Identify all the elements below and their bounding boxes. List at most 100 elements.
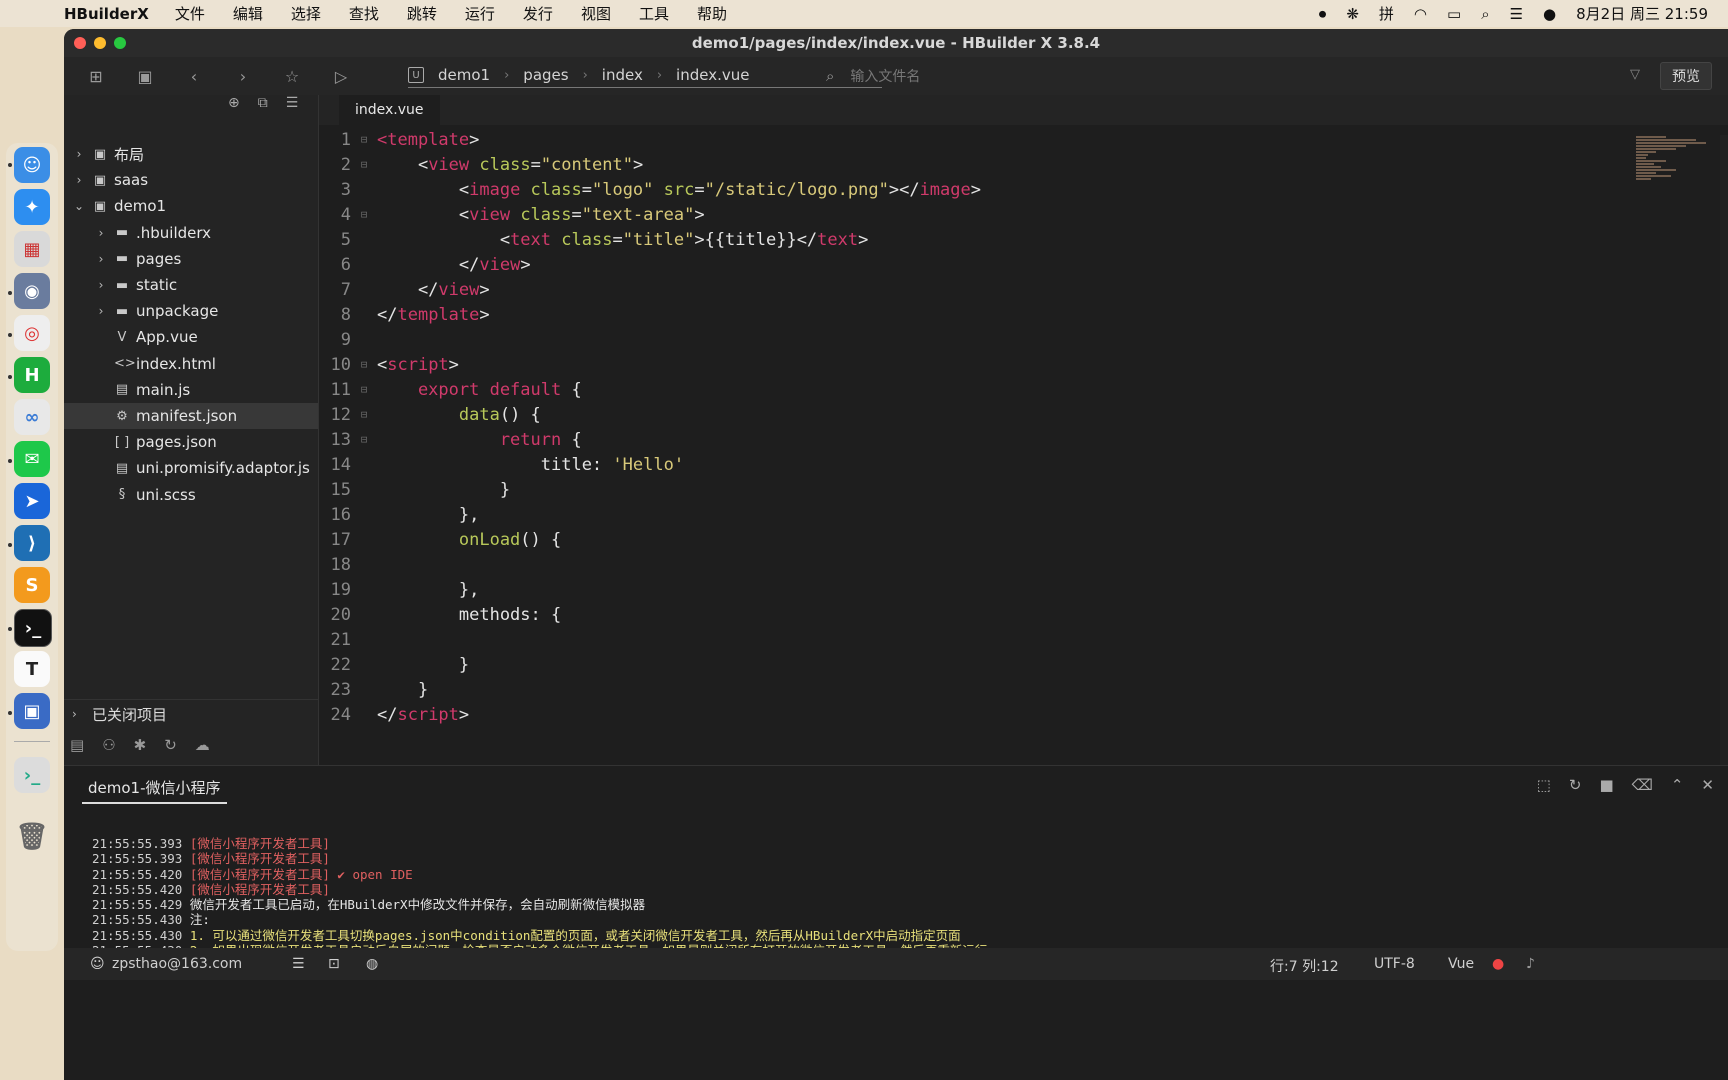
tree-item[interactable]: <> index.html <box>64 351 318 377</box>
bookmark-star-icon[interactable]: ☆ <box>275 62 309 90</box>
finder-icon[interactable]: ☺ <box>14 147 50 183</box>
terminal-toggle-icon[interactable]: ⊡ <box>328 956 340 972</box>
source-control-icon[interactable]: ↻ <box>164 736 177 754</box>
cursor-position[interactable]: 行:7 列:12 <box>1270 956 1339 976</box>
control-center-icon[interactable]: ☰ <box>1510 5 1523 23</box>
tab-index-vue[interactable]: index.vue <box>339 95 440 125</box>
minimize-window-button[interactable] <box>94 37 106 49</box>
app-name-menu[interactable]: HBuilderX <box>64 5 149 23</box>
plugin-icon[interactable]: ⚇ <box>102 736 115 754</box>
menu-tools[interactable]: 工具 <box>639 3 669 24</box>
save-icon[interactable]: ▣ <box>128 62 162 90</box>
sublime-icon[interactable]: S <box>14 567 50 603</box>
code-line[interactable]: 11 ⊟ export default { <box>319 377 1469 402</box>
safari-icon[interactable]: ✦ <box>14 189 50 225</box>
fold-toggle-icon[interactable]: ⊟ <box>357 133 371 146</box>
menu-view[interactable]: 视图 <box>581 3 611 24</box>
clock[interactable]: 8月2日 周三 21:59 <box>1576 3 1708 24</box>
baidu-netdisk-icon[interactable]: ∞ <box>14 399 50 435</box>
search-icon[interactable]: ⌕ <box>1481 5 1489 23</box>
file-search-box[interactable]: ⌕ 输入文件名 <box>826 63 1566 89</box>
user-avatar-icon[interactable]: ☺ <box>90 956 105 972</box>
trash-icon[interactable]: 🗑 <box>14 819 50 855</box>
open-devtools-icon[interactable]: ⬚ <box>1537 776 1551 794</box>
code-line[interactable]: 7 </view> <box>319 277 1469 302</box>
minimap[interactable] <box>1636 135 1716 315</box>
menu-file[interactable]: 文件 <box>175 3 205 24</box>
fold-toggle-icon[interactable]: ⊟ <box>357 383 371 396</box>
fold-toggle-icon[interactable]: ⊟ <box>357 433 371 446</box>
new-file-icon[interactable]: ⊞ <box>79 62 113 90</box>
code-line[interactable]: 22 } <box>319 652 1469 677</box>
stop-icon[interactable]: ■ <box>1599 776 1613 794</box>
wifi-icon[interactable]: ◠ <box>1414 5 1427 23</box>
file-encoding[interactable]: UTF-8 <box>1374 956 1415 972</box>
code-line[interactable]: 18 <box>319 552 1469 577</box>
user-account[interactable]: zpsthao@163.com <box>112 956 242 972</box>
siri-icon[interactable]: ● <box>1543 5 1556 23</box>
sidebar-menu-icon[interactable]: ☰ <box>286 95 299 117</box>
menu-goto[interactable]: 跳转 <box>407 3 437 24</box>
code-line[interactable]: 9 <box>319 327 1469 352</box>
tree-item[interactable]: › ▬ .hbuilderx <box>64 220 318 246</box>
typora-icon[interactable]: T <box>14 651 50 687</box>
tree-item[interactable]: ▤ uni.promisify.adaptor.js <box>64 455 318 481</box>
fold-toggle-icon[interactable]: ⊟ <box>357 158 371 171</box>
launchpad-icon[interactable]: ▦ <box>14 231 50 267</box>
project-manager-icon[interactable]: ▤ <box>70 736 84 754</box>
file-language[interactable]: Vue <box>1448 956 1474 972</box>
battery-icon[interactable]: ▭ <box>1447 5 1461 23</box>
code-line[interactable]: 8 </template> <box>319 302 1469 327</box>
code-line[interactable]: 20 methods: { <box>319 602 1469 627</box>
vscode-icon[interactable]: ⟩ <box>14 525 50 561</box>
bell-icon[interactable]: ♪ <box>1526 956 1535 972</box>
terminal-icon[interactable]: ›_ <box>14 609 52 647</box>
preview-button[interactable]: 预览 <box>1660 62 1712 90</box>
code-line[interactable]: 17 onLoad() { <box>319 527 1469 552</box>
globe-icon[interactable]: ◍ <box>366 956 378 972</box>
clear-console-icon[interactable]: ⌫ <box>1632 776 1653 794</box>
debug-icon[interactable]: ✱ <box>134 736 147 754</box>
close-panel-icon[interactable]: ✕ <box>1701 776 1714 794</box>
feishu-icon[interactable]: ➤ <box>14 483 50 519</box>
wechat-devtools-icon[interactable]: ›_ <box>14 757 50 793</box>
chrome-icon[interactable]: ◎ <box>14 315 50 351</box>
record-icon[interactable]: ⏺ <box>1319 5 1327 23</box>
tree-item[interactable]: [ ] pages.json <box>64 429 318 455</box>
fold-toggle-icon[interactable]: ⊟ <box>357 408 371 421</box>
tree-item[interactable]: › ▬ unpackage <box>64 298 318 324</box>
cloud-icon[interactable]: ☁ <box>195 736 210 754</box>
tree-item[interactable]: › ▣ saas <box>64 167 318 193</box>
quicktime-icon[interactable]: ◉ <box>14 273 50 309</box>
menu-run[interactable]: 运行 <box>465 3 495 24</box>
fold-toggle-icon[interactable]: ⊟ <box>357 358 371 371</box>
screen-icon[interactable]: ▣ <box>14 693 50 729</box>
forward-icon[interactable]: › <box>226 62 260 90</box>
breadcrumb-item[interactable]: demo1 <box>438 66 490 84</box>
hbuilderx-icon[interactable]: H <box>14 357 50 393</box>
console-tab[interactable]: demo1-微信小程序 <box>82 772 227 804</box>
code-line[interactable]: 2 ⊟ <view class="content"> <box>319 152 1469 177</box>
code-line[interactable]: 24 </script> <box>319 702 1469 727</box>
code-line[interactable]: 4 ⊟ <view class="text-area"> <box>319 202 1469 227</box>
breadcrumb-item[interactable]: index.vue <box>676 66 749 84</box>
code-line[interactable]: 3 <image class="logo" src="/static/logo.… <box>319 177 1469 202</box>
code-line[interactable]: 14 title: 'Hello' <box>319 452 1469 477</box>
code-line[interactable]: 16 }, <box>319 502 1469 527</box>
closed-projects[interactable]: › 已关闭项目 <box>64 699 318 728</box>
run-icon[interactable]: ▷ <box>324 62 358 90</box>
code-line[interactable]: 19 }, <box>319 577 1469 602</box>
tree-item[interactable]: › ▬ pages <box>64 246 318 272</box>
back-icon[interactable]: ‹ <box>177 62 211 90</box>
tree-item[interactable]: › ▬ static <box>64 272 318 298</box>
tree-item[interactable]: V App.vue <box>64 324 318 350</box>
code-area[interactable]: 1 ⊟ <template> 2 ⊟ <view class="content"> 3 <… <box>319 127 1469 767</box>
menu-publish[interactable]: 发行 <box>523 3 553 24</box>
code-line[interactable]: 21 <box>319 627 1469 652</box>
fold-toggle-icon[interactable]: ⊟ <box>357 208 371 221</box>
tree-item[interactable]: ⌄ ▣ demo1 <box>64 193 318 219</box>
menu-find[interactable]: 查找 <box>349 3 379 24</box>
code-line[interactable]: 1 ⊟ <template> <box>319 127 1469 152</box>
notification-badge-icon[interactable]: ● <box>1492 956 1504 972</box>
menu-select[interactable]: 选择 <box>291 3 321 24</box>
